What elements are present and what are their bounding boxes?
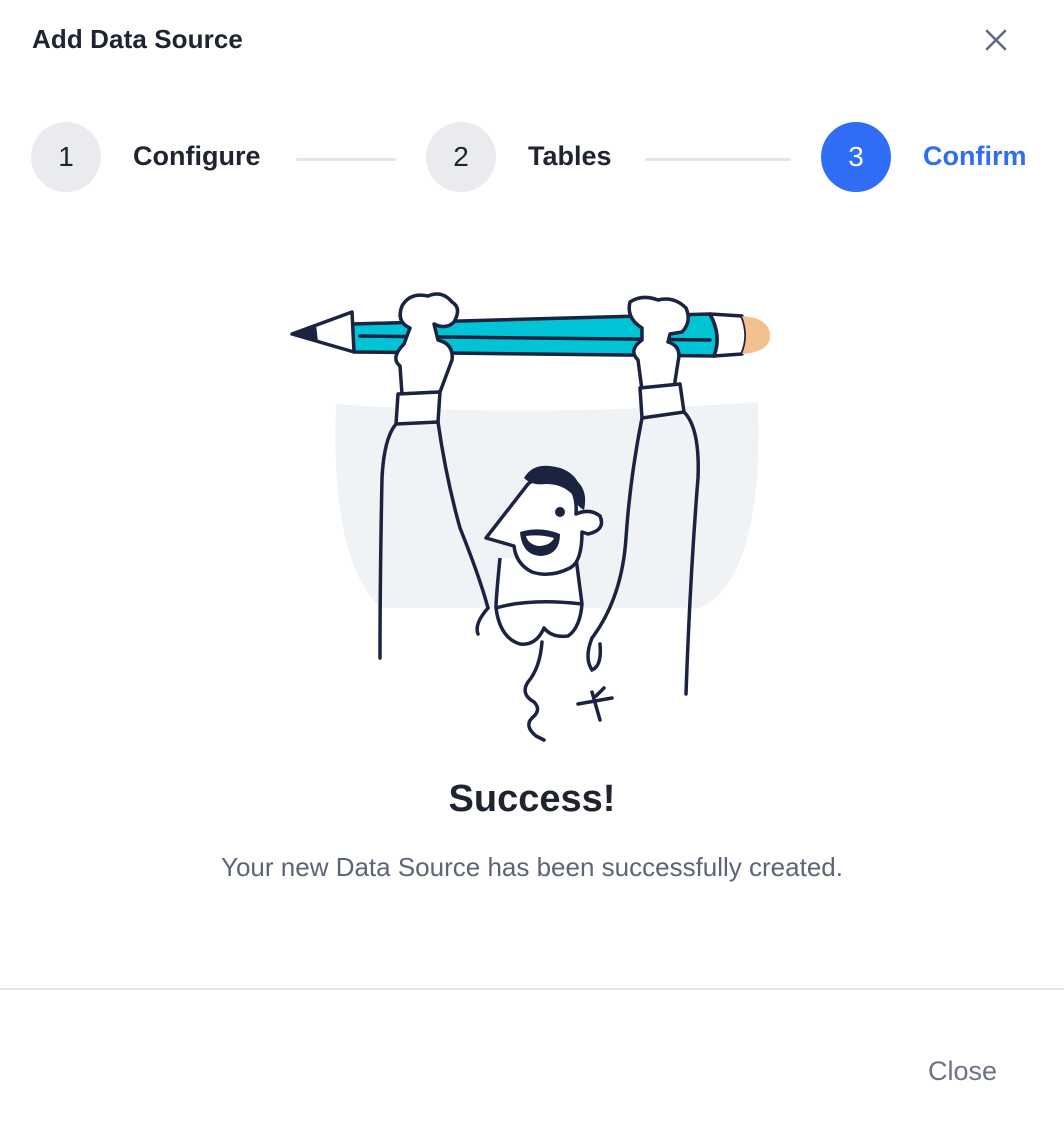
step-connector <box>645 158 791 161</box>
dialog-title: Add Data Source <box>32 24 243 54</box>
step-3-label: Confirm <box>923 141 1027 171</box>
success-illustration <box>270 278 790 748</box>
close-button[interactable]: Close <box>912 1048 1013 1094</box>
step-2-circle: 2 <box>426 122 496 192</box>
step-1-label: Configure <box>133 141 261 171</box>
add-data-source-dialog: Add Data Source 1 Configure 2 Tables 3 C… <box>0 0 1064 1140</box>
footer-divider <box>0 988 1064 990</box>
success-message: Your new Data Source has been successful… <box>221 852 843 882</box>
step-3-circle: 3 <box>821 122 891 192</box>
step-2-label: Tables <box>528 141 612 171</box>
step-1-circle: 1 <box>31 122 101 192</box>
success-title: Success! <box>448 778 616 820</box>
stepper: 1 Configure 2 Tables 3 Confirm <box>0 122 1064 194</box>
close-icon[interactable] <box>976 20 1016 60</box>
step-connector <box>296 158 396 161</box>
